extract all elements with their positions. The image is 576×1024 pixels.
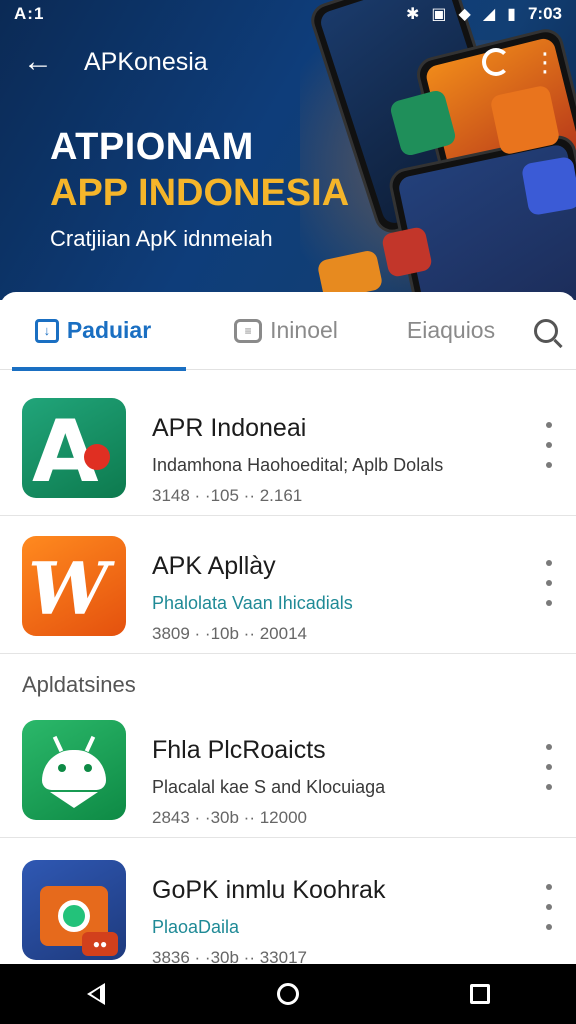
- nav-back-button[interactable]: [66, 964, 126, 1024]
- item-overflow-menu-icon[interactable]: [542, 560, 556, 606]
- hero-banner: A:1 ✱ ▣ ◆ ◢ ▮ 7:03 ← APKonesia ⋮ ATPIONA…: [0, 0, 576, 300]
- home-circle-icon: [277, 983, 299, 1005]
- chat-icon: ≡: [234, 318, 263, 343]
- search-button[interactable]: [516, 292, 576, 370]
- app-list-item[interactable]: Fhla PlcRoaicts Placalal kae S and Klocu…: [0, 700, 576, 838]
- app-name: APR Indoneai: [152, 414, 307, 442]
- overflow-menu-icon[interactable]: ⋮: [532, 49, 558, 75]
- tab-label: Eiaquios: [406, 317, 496, 343]
- shopping-bag-icon: ↓: [34, 318, 59, 343]
- nfc-icon: ▣: [431, 6, 447, 23]
- status-left-text: A:1: [14, 4, 45, 23]
- app-bar: ← APKonesia ⋮: [0, 36, 576, 88]
- bluetooth-icon: ✱: [406, 6, 420, 23]
- sync-icon[interactable]: [482, 48, 510, 76]
- hero-subheadline: APP INDONESIA: [50, 172, 350, 214]
- app-meta: 3148 · ·105 ·· 2.161: [152, 486, 303, 505]
- tab-label: Ininoel: [270, 317, 338, 343]
- nav-recents-button[interactable]: [450, 964, 510, 1024]
- app-meta: 2843 · ·30b ·· 12000: [152, 808, 307, 827]
- app-list-item[interactable]: ●● GoPK inmlu Koohrak PlaoaDaila 3836 · …: [0, 840, 576, 978]
- back-triangle-icon: [87, 983, 105, 1005]
- robot-game-icon: ●●: [22, 860, 126, 960]
- app-meta: 3809 · ·10b ·· 20014: [152, 624, 307, 643]
- app-title: APKonesia: [84, 47, 208, 76]
- decorative-app-tile: [380, 225, 434, 279]
- a-letter-icon: A: [22, 398, 126, 498]
- tab-eiaquios[interactable]: Eiaquios: [386, 292, 516, 370]
- wifi-icon: ◆: [458, 6, 471, 23]
- w-letter-icon: W: [22, 536, 126, 636]
- app-list-item[interactable]: W APK Apllày Phalolata Vaan Ihicadials 3…: [0, 516, 576, 654]
- app-description: Indamhona Haohoedital; Aplb Dolals: [152, 455, 444, 475]
- signal-icon: ◢: [482, 6, 496, 23]
- item-overflow-menu-icon[interactable]: [542, 422, 556, 468]
- tab-label: Paduiar: [66, 317, 152, 343]
- tab-bar: ↓ Paduiar ≡ Ininoel Eiaquios: [0, 292, 576, 371]
- search-icon: [534, 318, 558, 343]
- app-name: GoPK inmlu Koohrak: [152, 876, 386, 904]
- app-list-item[interactable]: A APR Indoneai Indamhona Haohoedital; Ap…: [0, 378, 576, 516]
- decorative-app-tile: [489, 84, 561, 156]
- app-name: APK Apllày: [152, 552, 276, 580]
- item-overflow-menu-icon[interactable]: [542, 744, 556, 790]
- status-time: 7:03: [527, 4, 562, 23]
- section-title: Apldatsines: [22, 672, 136, 697]
- hero-headline: ATPIONAM: [50, 126, 254, 168]
- tab-ininoel[interactable]: ≡ Ininoel: [186, 292, 386, 370]
- item-overflow-menu-icon[interactable]: [542, 884, 556, 930]
- battery-icon: ▮: [507, 6, 516, 23]
- app-description: Phalolata Vaan Ihicadials: [152, 593, 353, 613]
- recents-square-icon: [470, 984, 490, 1004]
- app-description: PlaoaDaila: [152, 917, 240, 937]
- status-bar: A:1 ✱ ▣ ◆ ◢ ▮ 7:03: [0, 0, 576, 28]
- system-navigation-bar: [0, 964, 576, 1024]
- back-arrow-icon[interactable]: ←: [18, 42, 58, 82]
- nav-home-button[interactable]: [258, 964, 318, 1024]
- app-name: Fhla PlcRoaicts: [152, 736, 326, 764]
- hero-caption: Cratjiian ApK idnmeiah: [50, 226, 273, 251]
- tab-paduiar[interactable]: ↓ Paduiar: [0, 292, 186, 371]
- app-description: Placalal kae S and Klocuiaga: [152, 777, 386, 797]
- android-robot-icon: [22, 720, 126, 820]
- decorative-app-tile: [520, 155, 576, 217]
